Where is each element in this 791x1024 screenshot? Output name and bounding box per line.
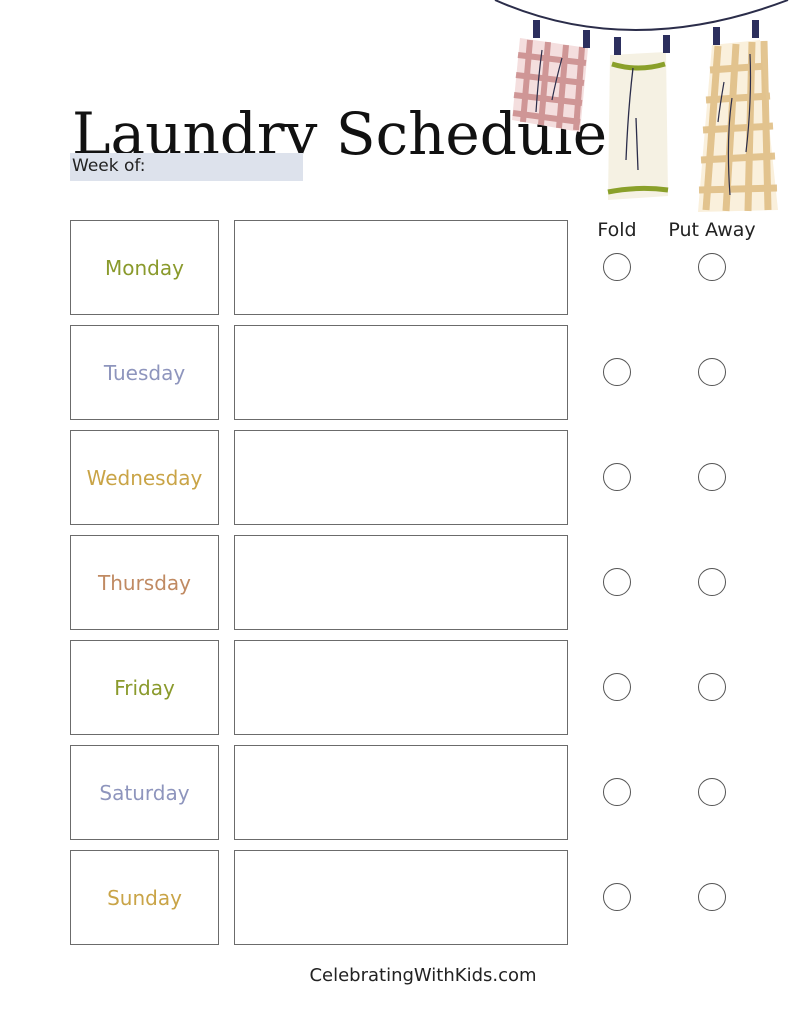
- day-row-saturday: Saturday: [0, 745, 791, 840]
- day-entry-box[interactable]: [234, 535, 568, 630]
- day-label: Tuesday: [103, 360, 186, 385]
- day-label-box: Monday: [70, 220, 219, 315]
- tan-gingham-towel: [698, 40, 778, 212]
- day-label: Thursday: [98, 570, 191, 595]
- put-away-checkbox[interactable]: [698, 883, 726, 911]
- day-label: Sunday: [107, 885, 182, 910]
- clothesline-illustration: [494, 0, 789, 212]
- put-away-checkbox[interactable]: [698, 463, 726, 491]
- day-entry-box[interactable]: [234, 850, 568, 945]
- day-entry-box[interactable]: [234, 745, 568, 840]
- put-away-checkbox[interactable]: [698, 673, 726, 701]
- day-row-thursday: Thursday: [0, 535, 791, 630]
- day-row-monday: Monday: [0, 220, 791, 315]
- day-label-box: Friday: [70, 640, 219, 735]
- day-label: Saturday: [99, 780, 190, 805]
- week-of-label: Week of:: [72, 156, 146, 176]
- footer-site: CelebratingWithKids.com: [309, 965, 537, 986]
- day-label-box: Saturday: [70, 745, 219, 840]
- fold-checkbox[interactable]: [603, 568, 631, 596]
- day-row-tuesday: Tuesday: [0, 325, 791, 420]
- fold-checkbox[interactable]: [603, 673, 631, 701]
- day-label: Wednesday: [86, 465, 203, 490]
- day-entry-box[interactable]: [234, 220, 568, 315]
- day-entry-box[interactable]: [234, 640, 568, 735]
- day-label-box: Sunday: [70, 850, 219, 945]
- fold-checkbox[interactable]: [603, 463, 631, 491]
- fold-checkbox[interactable]: [603, 358, 631, 386]
- day-label-box: Wednesday: [70, 430, 219, 525]
- day-entry-box[interactable]: [234, 430, 568, 525]
- put-away-checkbox[interactable]: [698, 568, 726, 596]
- fold-checkbox[interactable]: [603, 883, 631, 911]
- put-away-checkbox[interactable]: [698, 358, 726, 386]
- put-away-checkbox[interactable]: [698, 778, 726, 806]
- day-row-wednesday: Wednesday: [0, 430, 791, 525]
- day-row-friday: Friday: [0, 640, 791, 735]
- fold-checkbox[interactable]: [603, 778, 631, 806]
- red-gingham-towel: [512, 38, 588, 132]
- day-label-box: Tuesday: [70, 325, 219, 420]
- day-entry-box[interactable]: [234, 325, 568, 420]
- day-label: Monday: [105, 255, 184, 280]
- day-label: Friday: [114, 675, 175, 700]
- day-label-box: Thursday: [70, 535, 219, 630]
- put-away-checkbox[interactable]: [698, 253, 726, 281]
- fold-checkbox[interactable]: [603, 253, 631, 281]
- striped-towel: [607, 52, 669, 200]
- week-of-field[interactable]: Week of:: [70, 153, 303, 181]
- day-row-sunday: Sunday: [0, 850, 791, 945]
